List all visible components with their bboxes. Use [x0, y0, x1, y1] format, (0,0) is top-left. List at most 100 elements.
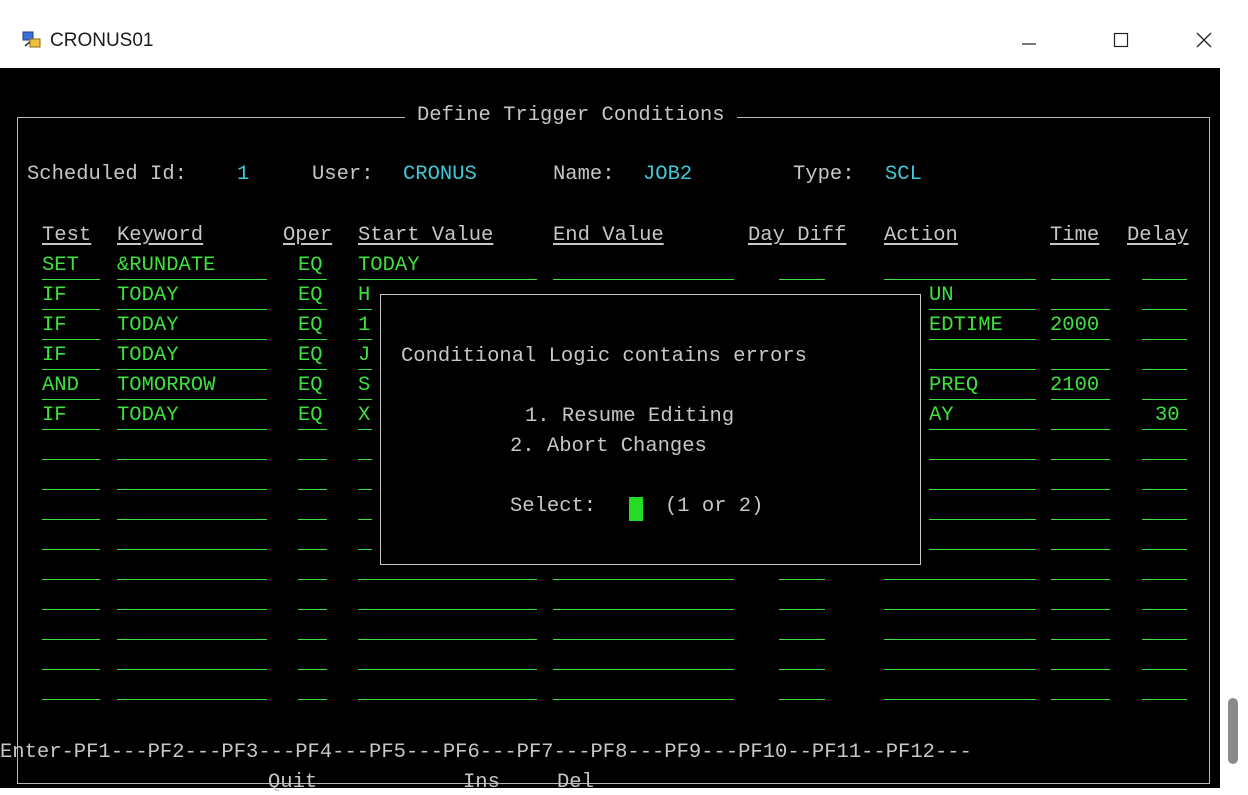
column-header-oper: Oper [283, 224, 333, 247]
row-1-keyword[interactable]: &RUNDATE [117, 254, 215, 278]
row-5-keyword[interactable]: TOMORROW [117, 374, 215, 398]
field-underline [1051, 699, 1110, 700]
close-icon [1196, 32, 1212, 48]
field-underline [298, 429, 327, 430]
field-underline [117, 309, 267, 310]
field-underline [779, 669, 825, 670]
scheduled-id-label: Scheduled Id: [27, 163, 187, 186]
option-resume-editing[interactable]: 1. Resume Editing [525, 405, 734, 429]
field-underline [298, 699, 327, 700]
field-underline [298, 369, 327, 370]
field-underline [358, 429, 372, 430]
field-underline [117, 609, 267, 610]
row-2-start-value[interactable]: H [358, 284, 370, 308]
row-4-keyword[interactable]: TODAY [117, 344, 179, 368]
row-3-keyword[interactable]: TODAY [117, 314, 179, 338]
field-underline [358, 489, 372, 490]
field-underline [1142, 489, 1187, 490]
row-5-time[interactable]: 2100 [1050, 374, 1099, 398]
row-2-oper[interactable]: EQ [298, 284, 323, 308]
row-5-action[interactable]: PREQ [929, 374, 978, 398]
row-4-test[interactable]: IF [42, 344, 67, 368]
field-underline [1142, 339, 1187, 340]
field-underline [298, 489, 327, 490]
row-1-oper[interactable]: EQ [298, 254, 323, 278]
close-button[interactable] [1181, 20, 1227, 60]
field-underline [42, 639, 100, 640]
field-underline [884, 639, 1036, 640]
row-6-keyword[interactable]: TODAY [117, 404, 179, 428]
row-6-action[interactable]: AY [929, 404, 954, 428]
select-input[interactable] [629, 497, 643, 521]
field-underline [298, 579, 327, 580]
field-underline [298, 609, 327, 610]
field-underline [779, 579, 825, 580]
column-header-start-value: Start Value [358, 224, 494, 247]
field-underline [117, 459, 267, 460]
row-5-start-value[interactable]: S [358, 374, 370, 398]
field-underline [884, 669, 1036, 670]
row-2-action[interactable]: UN [929, 284, 954, 308]
maximize-button[interactable] [1098, 20, 1144, 60]
row-3-oper[interactable]: EQ [298, 314, 323, 338]
row-4-start-value[interactable]: J [358, 344, 370, 368]
column-header-end-value: End Value [553, 224, 664, 247]
field-underline [358, 309, 372, 310]
field-underline [42, 669, 100, 670]
terminal-screen[interactable]: Define Trigger Conditions Scheduled Id: … [0, 68, 1220, 794]
vertical-scrollbar[interactable] [1228, 698, 1238, 764]
row-4-oper[interactable]: EQ [298, 344, 323, 368]
field-underline [117, 699, 267, 700]
pf5-insert-label[interactable]: Ins [463, 771, 500, 795]
row-2-test[interactable]: IF [42, 284, 67, 308]
window-title: CRONUS01 [50, 30, 154, 51]
field-underline [358, 639, 537, 640]
pf6-delete-label[interactable]: Del [557, 771, 594, 795]
row-2-keyword[interactable]: TODAY [117, 284, 179, 308]
field-underline [1051, 669, 1110, 670]
column-header-day-diff: Day Diff [748, 224, 847, 247]
field-underline [298, 639, 327, 640]
field-underline [929, 519, 1036, 520]
row-3-action[interactable]: EDTIME [929, 314, 1003, 338]
type-label: Type: [793, 163, 855, 186]
scheduled-id-value: 1 [237, 163, 250, 186]
field-underline [1051, 399, 1110, 400]
minimize-button[interactable] [1006, 20, 1052, 60]
option-abort-changes[interactable]: 2. Abort Changes [510, 435, 707, 459]
field-underline [1051, 429, 1110, 430]
row-5-test[interactable]: AND [42, 374, 79, 398]
row-3-test[interactable]: IF [42, 314, 67, 338]
field-underline [1142, 549, 1187, 550]
pf3-quit-label[interactable]: Quit [268, 771, 317, 795]
field-underline [117, 339, 267, 340]
maximize-icon [1113, 32, 1129, 48]
field-underline [358, 279, 537, 280]
field-underline [117, 519, 267, 520]
field-underline [1142, 459, 1187, 460]
row-1-start-value[interactable]: TODAY [358, 254, 420, 278]
field-underline [42, 609, 100, 610]
row-6-delay[interactable]: 30 [1155, 404, 1180, 428]
field-underline [358, 579, 537, 580]
field-underline [117, 669, 267, 670]
terminal-app-icon [22, 31, 41, 48]
row-3-start-value[interactable]: 1 [358, 314, 370, 338]
field-underline [42, 549, 100, 550]
row-6-oper[interactable]: EQ [298, 404, 323, 428]
field-underline [1051, 639, 1110, 640]
field-underline [42, 519, 100, 520]
window-titlebar: CRONUS01 [0, 0, 1248, 68]
row-1-test[interactable]: SET [42, 254, 79, 278]
field-underline [1142, 519, 1187, 520]
field-underline [358, 519, 372, 520]
row-6-start-value[interactable]: X [358, 404, 370, 428]
row-5-oper[interactable]: EQ [298, 374, 323, 398]
row-3-time[interactable]: 2000 [1050, 314, 1099, 338]
field-underline [929, 429, 1036, 430]
field-underline [298, 279, 327, 280]
field-underline [1051, 369, 1110, 370]
name-label: Name: [553, 163, 615, 186]
row-6-test[interactable]: IF [42, 404, 67, 428]
field-underline [298, 549, 327, 550]
